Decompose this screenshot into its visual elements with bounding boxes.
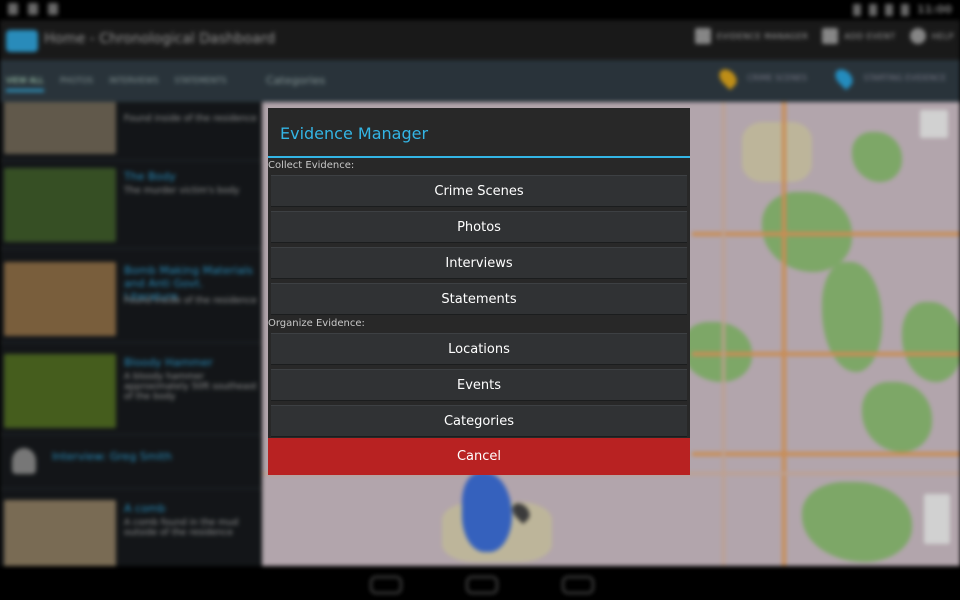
crime-scenes-button[interactable]: Crime Scenes: [271, 175, 687, 207]
statements-button[interactable]: Statements: [271, 283, 687, 315]
interviews-button[interactable]: Interviews: [271, 247, 687, 279]
collect-evidence-label: Collect Evidence:: [268, 160, 355, 171]
title-divider: [268, 156, 690, 158]
dialog-title: Evidence Manager: [280, 124, 429, 143]
events-button[interactable]: Events: [271, 369, 687, 401]
organize-evidence-label: Organize Evidence:: [268, 318, 365, 329]
categories-button[interactable]: Categories: [271, 405, 687, 437]
evidence-manager-dialog: Evidence Manager Collect Evidence: Crime…: [268, 108, 690, 475]
photos-button[interactable]: Photos: [271, 211, 687, 243]
locations-button[interactable]: Locations: [271, 333, 687, 365]
cancel-button[interactable]: Cancel: [268, 438, 690, 475]
